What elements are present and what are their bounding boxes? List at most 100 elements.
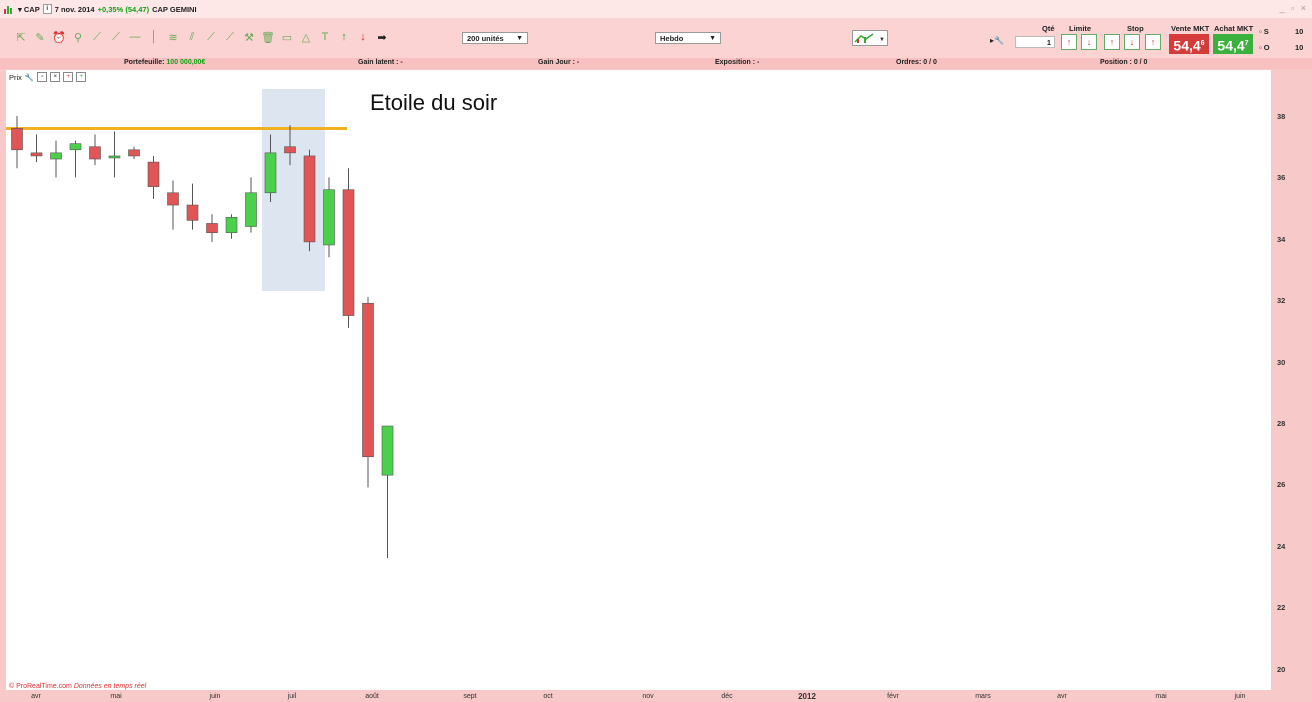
qty-input[interactable]: 1 bbox=[1015, 36, 1055, 48]
candle[interactable] bbox=[303, 149, 316, 252]
price-tick-label: 24 bbox=[1277, 541, 1286, 551]
qty-label: Qté bbox=[1042, 24, 1055, 33]
chevron-down-icon: ▼ bbox=[516, 35, 523, 42]
side-o-checkbox[interactable]: ▫ O bbox=[1259, 43, 1270, 52]
limit-buy-button[interactable]: ↑ bbox=[1061, 34, 1077, 50]
pencil-icon[interactable]: ✎ bbox=[33, 30, 47, 44]
price-tick-label: 26 bbox=[1277, 480, 1286, 490]
candle[interactable] bbox=[147, 155, 160, 199]
fibonacci-icon[interactable]: ≋ bbox=[166, 30, 180, 44]
zoom-icon[interactable]: ⚲ bbox=[71, 30, 85, 44]
candle-body bbox=[284, 146, 296, 154]
arc-icon[interactable]: ⟋ bbox=[223, 30, 237, 44]
candle[interactable] bbox=[11, 116, 23, 169]
candle[interactable] bbox=[245, 177, 257, 233]
candle-body bbox=[303, 155, 316, 243]
wrench-icon[interactable]: ▸🔧 bbox=[990, 36, 1004, 45]
trendline-icon[interactable]: ⟋ bbox=[109, 30, 123, 44]
chevron-down-icon: ▼ bbox=[709, 35, 716, 42]
stop-label: Stop bbox=[1127, 24, 1144, 33]
right-arrow-icon[interactable]: ➡ bbox=[375, 30, 389, 44]
down-arrow-icon[interactable]: ↓ bbox=[356, 30, 370, 44]
symbol-dropdown[interactable]: ▾ CAP bbox=[18, 5, 40, 14]
side-s-checkbox[interactable]: ▫ S bbox=[1259, 27, 1269, 36]
candle[interactable] bbox=[50, 140, 62, 178]
candle-body bbox=[186, 204, 199, 221]
price-tick-label: 28 bbox=[1277, 418, 1286, 428]
time-tick-label: juin bbox=[209, 693, 221, 700]
candle[interactable] bbox=[89, 134, 101, 166]
period-select[interactable]: Hebdo ▼ bbox=[655, 32, 721, 44]
price-tick-label: 32 bbox=[1277, 296, 1286, 306]
candle-body bbox=[323, 189, 335, 246]
pointer-icon[interactable]: ⇱ bbox=[14, 30, 28, 44]
sell-market-button[interactable]: 54,46 bbox=[1169, 34, 1209, 54]
info-icon[interactable]: i bbox=[42, 4, 52, 14]
candle[interactable] bbox=[167, 180, 179, 230]
time-axis[interactable] bbox=[0, 690, 1312, 702]
candle[interactable] bbox=[128, 146, 140, 160]
trash-icon[interactable]: 🗑 bbox=[261, 30, 275, 44]
candle[interactable] bbox=[206, 214, 218, 242]
alert-icon[interactable]: ⏰ bbox=[52, 30, 66, 44]
candle-body bbox=[128, 149, 140, 157]
candle[interactable] bbox=[30, 134, 43, 163]
line-icon[interactable]: ⟋ bbox=[90, 30, 104, 44]
up-arrow-icon[interactable]: ↑ bbox=[337, 30, 351, 44]
vline-icon[interactable]: │ bbox=[147, 30, 161, 44]
instrument-name: CAP GEMINI bbox=[152, 4, 197, 14]
time-tick-label: avr bbox=[31, 693, 41, 700]
ordres-link[interactable]: Ordres: 0 / 0 bbox=[896, 59, 937, 66]
hline-icon[interactable]: — bbox=[128, 30, 142, 44]
stop-buy-button[interactable]: ↑ bbox=[1104, 34, 1120, 50]
candle[interactable] bbox=[186, 183, 199, 230]
time-tick-label: mars bbox=[975, 693, 991, 700]
limit-sell-button[interactable]: ↓ bbox=[1081, 34, 1097, 50]
price-chart[interactable]: Prix 🔧 ▫ × + + Etoile du soir © ProRealT… bbox=[6, 70, 1271, 690]
app-logo-icon bbox=[4, 6, 12, 14]
text-icon[interactable]: T bbox=[318, 30, 332, 44]
chart-type-button[interactable]: ▼ bbox=[852, 30, 888, 46]
stop-sell-button[interactable]: ↓ bbox=[1124, 34, 1140, 50]
order-panel: Qté Limite Stop Vente MKT Achat MKT ▸🔧 1… bbox=[987, 22, 1312, 58]
quantity-select[interactable]: 200 unités ▼ bbox=[462, 32, 528, 44]
price-axis[interactable] bbox=[1271, 70, 1312, 690]
gain-latent: Gain latent : - bbox=[358, 59, 403, 66]
candlestick-series bbox=[11, 116, 394, 559]
time-tick-label: oct bbox=[543, 693, 553, 700]
candle[interactable] bbox=[381, 425, 394, 559]
time-tick-label: juin bbox=[1234, 693, 1246, 700]
channel-icon[interactable]: ⫽ bbox=[185, 30, 199, 44]
time-tick-label: avr bbox=[1057, 693, 1067, 700]
buy-market-button[interactable]: 54,47 bbox=[1213, 34, 1253, 54]
candle[interactable] bbox=[284, 125, 296, 166]
rectangle-icon[interactable]: ▭ bbox=[280, 30, 294, 44]
candle[interactable] bbox=[342, 168, 355, 328]
candle[interactable] bbox=[362, 297, 374, 488]
candle[interactable] bbox=[225, 214, 238, 239]
window-controls[interactable]: _ ▫ × bbox=[1280, 3, 1308, 13]
stop-extra-button[interactable]: ↑ bbox=[1145, 34, 1161, 50]
candle-body bbox=[108, 155, 121, 159]
side-s-value: 10 bbox=[1295, 27, 1304, 36]
candle[interactable] bbox=[108, 131, 121, 178]
gain-jour: Gain Jour : - bbox=[538, 59, 580, 66]
hammer-icon[interactable]: ⚒ bbox=[242, 30, 256, 44]
candle[interactable] bbox=[323, 177, 335, 258]
candle[interactable] bbox=[69, 140, 82, 178]
position-link[interactable]: Position : 0 / 0 bbox=[1100, 59, 1147, 66]
side-o-value: 10 bbox=[1295, 43, 1304, 52]
portfolio-info: Portefeuille: 100 000,00€ bbox=[124, 59, 206, 66]
price-tick-label: 30 bbox=[1277, 357, 1286, 367]
fan-icon[interactable]: ⟋ bbox=[204, 30, 218, 44]
candle-body bbox=[147, 161, 160, 187]
time-tick-label: déc bbox=[721, 693, 733, 700]
toolbar: ⇱ ✎ ⏰ ⚲ ⟋ ⟋ — │ ≋ ⫽ ⟋ ⟋ ⚒ 🗑 ▭ △ T ↑ ↓ ➡ 200 unités ▼ Hebdo ▼ … bbox=[0, 18, 1312, 59]
sell-label: Vente MKT bbox=[1171, 24, 1210, 33]
candle-body bbox=[69, 143, 82, 151]
triangle-icon[interactable]: △ bbox=[299, 30, 313, 44]
candle-body bbox=[11, 128, 23, 151]
time-tick-label: sept bbox=[463, 693, 477, 700]
candle-body bbox=[245, 192, 257, 227]
candle[interactable] bbox=[264, 134, 277, 202]
